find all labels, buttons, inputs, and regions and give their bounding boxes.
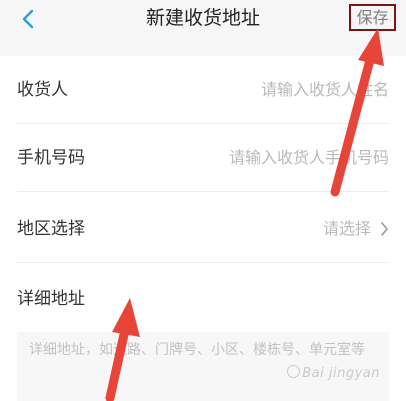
chevron-left-icon bbox=[22, 9, 34, 29]
receiver-row: 收货人 请输入收货人姓名 bbox=[17, 56, 389, 124]
receiver-label: 收货人 bbox=[17, 80, 68, 100]
page-title: 新建收货地址 bbox=[145, 7, 260, 29]
save-button[interactable]: 保存 bbox=[349, 4, 396, 31]
region-select[interactable]: 请选择 bbox=[323, 195, 371, 263]
chevron-right-icon bbox=[381, 222, 388, 236]
watermark: Bai jingyan bbox=[285, 365, 380, 381]
region-label: 地区选择 bbox=[17, 219, 85, 239]
receiver-input[interactable]: 请输入收货人姓名 bbox=[261, 56, 389, 124]
header-bar: 新建收货地址 保存 bbox=[0, 0, 406, 56]
detail-label: 详细地址 bbox=[17, 289, 85, 309]
watermark-text: Bai jingyan bbox=[302, 366, 380, 381]
phone-row: 手机号码 请输入收货人手机号码 bbox=[17, 124, 389, 192]
back-button[interactable] bbox=[8, 2, 48, 36]
phone-label: 手机号码 bbox=[17, 148, 85, 168]
paw-logo-icon bbox=[287, 365, 301, 378]
region-row[interactable]: 地区选择 请选择 bbox=[17, 195, 389, 263]
phone-input[interactable]: 请输入收货人手机号码 bbox=[229, 124, 389, 192]
